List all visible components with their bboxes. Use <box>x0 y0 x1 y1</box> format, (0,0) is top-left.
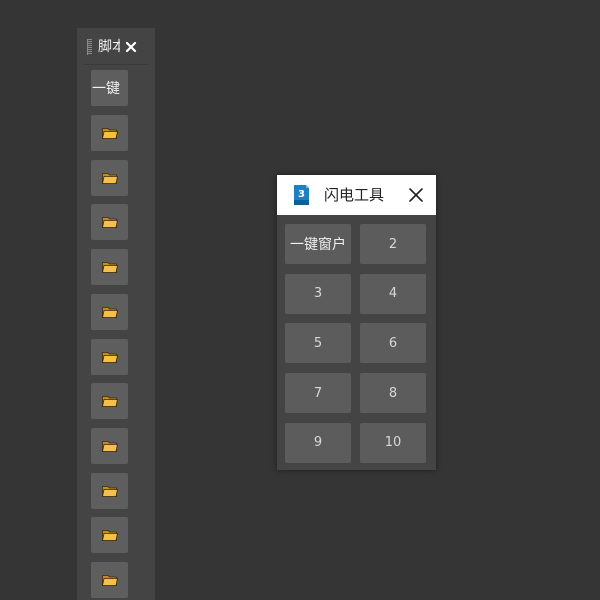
script-toolbar: 脚本 一键 <box>77 28 155 600</box>
toolbar-folder-button[interactable] <box>91 383 128 420</box>
folder-icon <box>101 351 118 363</box>
folder-icon <box>101 530 118 542</box>
workspace-background: 脚本 一键 3 闪电工具 一键窗户 2 3 4 5 6 7 8 9 10 <box>0 0 600 600</box>
lightning-tools-panel: 3 闪电工具 一键窗户 2 3 4 5 6 7 8 9 10 <box>277 175 436 470</box>
close-icon <box>409 188 423 202</box>
panel-close-button[interactable] <box>407 186 425 204</box>
panel-button-9[interactable]: 9 <box>285 422 351 463</box>
panel-button-4[interactable]: 4 <box>360 273 426 314</box>
folder-icon <box>101 396 118 408</box>
toolbar-folder-button[interactable] <box>91 517 128 554</box>
toolbar-folder-button[interactable] <box>91 159 128 196</box>
panel-title: 闪电工具 <box>324 186 385 204</box>
toolbar-folder-button[interactable] <box>91 293 128 330</box>
toolbar-folder-button[interactable] <box>91 472 128 509</box>
folder-icon <box>101 440 118 452</box>
panel-button-5[interactable]: 5 <box>285 323 351 364</box>
panel-button-2[interactable]: 2 <box>360 224 426 264</box>
folder-icon <box>101 128 118 139</box>
folder-icon <box>101 306 118 318</box>
panel-button-3[interactable]: 3 <box>285 273 351 314</box>
panel-button-1[interactable]: 一键窗户 <box>285 224 351 264</box>
folder-icon <box>101 217 118 229</box>
folder-icon <box>101 262 118 273</box>
toolbar-close-button[interactable] <box>123 39 139 55</box>
toolbar-header: 脚本 <box>77 28 155 64</box>
toolbar-folder-button[interactable] <box>91 249 128 286</box>
toolbar-folder-button[interactable] <box>91 338 128 375</box>
toolbar-drag-grip[interactable] <box>87 39 92 55</box>
panel-button-6[interactable]: 6 <box>360 323 426 364</box>
toolbar-folder-button[interactable] <box>91 427 128 464</box>
panel-button-8[interactable]: 8 <box>360 373 426 414</box>
panel-header[interactable]: 3 闪电工具 <box>277 175 436 215</box>
toolbar-divider <box>83 64 149 65</box>
toolbar-folder-button[interactable] <box>91 562 128 598</box>
panel-button-7[interactable]: 7 <box>285 373 351 414</box>
toolbar-folder-button[interactable] <box>91 204 128 241</box>
folder-icon <box>101 575 118 586</box>
close-icon <box>125 41 137 53</box>
folder-icon <box>101 485 118 497</box>
toolbar-folder-button[interactable] <box>91 115 128 151</box>
app-icon-glyph: 3 <box>298 189 305 200</box>
3ds-max-icon: 3 <box>294 185 309 205</box>
toolbar-button-one-click[interactable]: 一键 <box>91 70 128 106</box>
panel-button-10[interactable]: 10 <box>360 422 426 463</box>
toolbar-button-label: 一键 <box>92 81 120 97</box>
folder-icon <box>101 172 118 184</box>
toolbar-title: 脚本 <box>98 39 120 55</box>
